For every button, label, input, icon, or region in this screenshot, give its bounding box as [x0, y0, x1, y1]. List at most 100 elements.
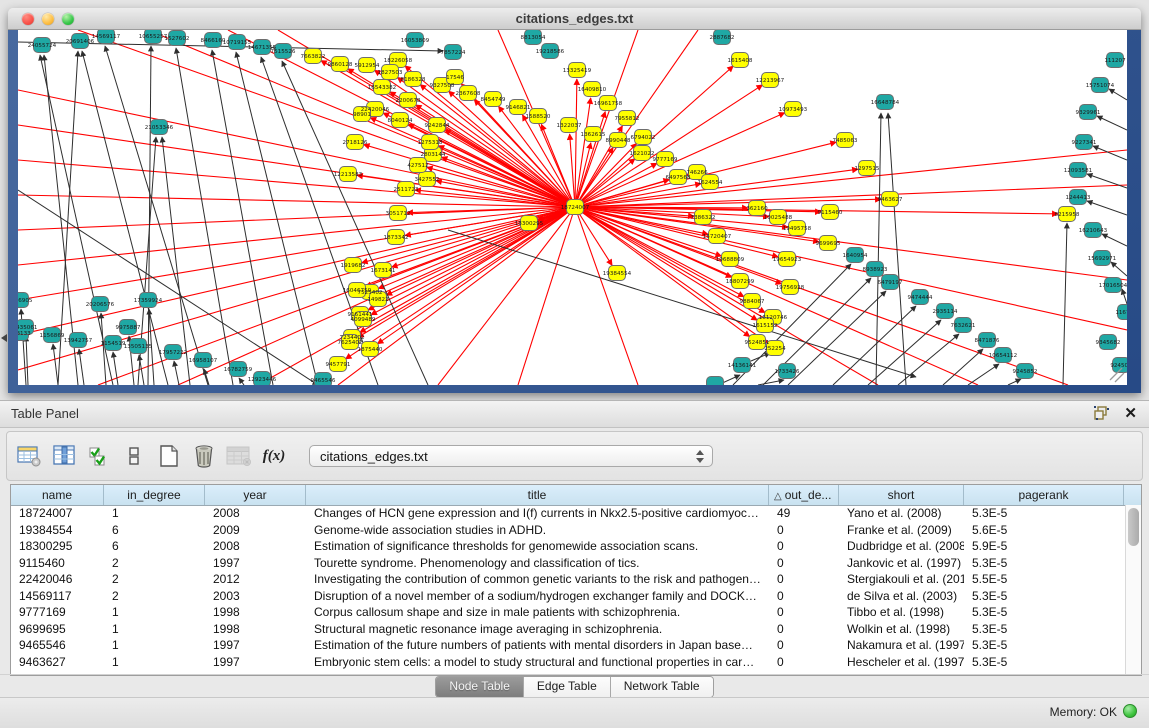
table-cell[interactable]: 14569117	[11, 588, 104, 605]
red-citation-edge[interactable]	[575, 79, 577, 207]
black-citation-edge[interactable]	[898, 334, 959, 385]
column-header-out_de[interactable]: △out_de...	[769, 485, 839, 505]
table-cell[interactable]: 5.3E-5	[964, 588, 1124, 605]
table-cell[interactable]: 19384554	[11, 522, 104, 539]
table-selector-dropdown[interactable]: citations_edges.txt	[309, 445, 713, 467]
column-settings-icon[interactable]	[51, 443, 77, 469]
new-table-icon[interactable]	[156, 443, 182, 469]
network-canvas[interactable]: 1872400776638229860128591295418226058182…	[18, 30, 1127, 385]
column-header-title[interactable]: title	[306, 485, 769, 505]
black-citation-edge[interactable]	[1122, 289, 1127, 304]
column-header-short[interactable]: short	[839, 485, 964, 505]
table-scrollbar[interactable]	[1125, 505, 1141, 675]
table-mode-icon[interactable]	[16, 443, 42, 469]
table-cell[interactable]: Embryonic stem cells: a model to study s…	[306, 654, 769, 671]
table-cell[interactable]: 5.5E-5	[964, 571, 1124, 588]
table-cell[interactable]: 2	[104, 555, 205, 572]
float-panel-icon[interactable]	[1094, 406, 1109, 421]
table-row[interactable]: 969969511998Structural magnetic resonanc…	[11, 621, 1126, 638]
table-cell[interactable]: 49	[769, 505, 839, 522]
table-cell[interactable]: 5.3E-5	[964, 637, 1124, 654]
table-cell[interactable]: 9463627	[11, 654, 104, 671]
red-citation-edge[interactable]	[346, 207, 575, 359]
black-citation-edge[interactable]	[79, 349, 84, 385]
row-height-icon[interactable]	[121, 443, 147, 469]
black-citation-edge[interactable]	[968, 364, 999, 385]
table-cell[interactable]: 5.3E-5	[964, 621, 1124, 638]
table-cell[interactable]: 2008	[205, 505, 306, 522]
table-cell[interactable]: 2	[104, 571, 205, 588]
memory-status-icon[interactable]	[1123, 704, 1137, 718]
table-cell[interactable]: 0	[769, 604, 839, 621]
table-cell[interactable]: 2	[104, 588, 205, 605]
red-citation-edge[interactable]	[378, 207, 575, 289]
table-cell[interactable]: Jankovic et al. (1997)	[839, 555, 964, 572]
import-table-icon[interactable]	[226, 443, 252, 469]
tab-node-table[interactable]: Node Table	[436, 677, 524, 697]
black-citation-edge[interactable]	[1109, 89, 1127, 100]
table-cell[interactable]: 22420046	[11, 571, 104, 588]
table-cell[interactable]: 5.3E-5	[964, 604, 1124, 621]
table-cell[interactable]: 0	[769, 555, 839, 572]
table-scrollbar-thumb[interactable]	[1128, 508, 1139, 546]
table-cell[interactable]: Genome-wide association studies in ADHD.	[306, 522, 769, 539]
table-cell[interactable]: 6	[104, 522, 205, 539]
table-cell[interactable]: 5.3E-5	[964, 654, 1124, 671]
table-row[interactable]: 946362711997Embryonic stem cells: a mode…	[11, 654, 1126, 671]
black-citation-edge[interactable]	[1063, 223, 1067, 385]
black-citation-edge[interactable]	[53, 344, 58, 385]
table-cell[interactable]: 0	[769, 637, 839, 654]
table-cell[interactable]: 1	[104, 637, 205, 654]
table-cell[interactable]: 1	[104, 621, 205, 638]
table-cell[interactable]: 2009	[205, 522, 306, 539]
table-cell[interactable]: 1997	[205, 555, 306, 572]
black-citation-edge[interactable]	[113, 352, 118, 385]
black-citation-edge[interactable]	[174, 361, 179, 385]
table-row[interactable]: 1456911722003Disruption of a novel membe…	[11, 588, 1126, 605]
table-cell[interactable]: de Silva et al. (2003)	[839, 588, 964, 605]
table-cell[interactable]: 5.3E-5	[964, 555, 1124, 572]
black-citation-edge[interactable]	[239, 378, 244, 385]
table-body[interactable]: 1872400712008Changes of HCN gene express…	[11, 505, 1126, 675]
black-citation-edge[interactable]	[943, 349, 983, 385]
table-cell[interactable]: 0	[769, 621, 839, 638]
table-cell[interactable]: Tibbo et al. (1998)	[839, 604, 964, 621]
table-cell[interactable]: 6	[104, 538, 205, 555]
black-citation-edge[interactable]	[105, 46, 208, 385]
table-cell[interactable]: 9777169	[11, 604, 104, 621]
tab-edge-table[interactable]: Edge Table	[524, 677, 611, 697]
red-citation-edge[interactable]	[386, 207, 575, 295]
table-cell[interactable]: 18300295	[11, 538, 104, 555]
black-citation-edge[interactable]	[868, 320, 941, 385]
table-row[interactable]: 911546021997Tourette syndrome. Phenomeno…	[11, 555, 1126, 572]
delete-table-icon[interactable]	[191, 443, 217, 469]
table-cell[interactable]: Yano et al. (2008)	[839, 505, 964, 522]
table-cell[interactable]: 9115460	[11, 555, 104, 572]
column-header-in_degree[interactable]: in_degree	[104, 485, 205, 505]
column-header-pagerank[interactable]: pagerank	[964, 485, 1124, 505]
table-cell[interactable]: 0	[769, 538, 839, 555]
table-cell[interactable]: Stergiakouli et al. (2012)	[839, 571, 964, 588]
table-cell[interactable]: 5.6E-5	[964, 522, 1124, 539]
black-citation-edge[interactable]	[1111, 262, 1127, 276]
table-cell[interactable]: Franke et al. (2009)	[839, 522, 964, 539]
table-cell[interactable]: 5.3E-5	[964, 505, 1124, 522]
table-cell[interactable]: Hescheler et al. (1997)	[839, 654, 964, 671]
table-row[interactable]: 1938455462009Genome-wide association stu…	[11, 522, 1126, 539]
function-builder-icon[interactable]: f(x)	[261, 443, 287, 469]
table-cell[interactable]: 9465546	[11, 637, 104, 654]
table-cell[interactable]: 2012	[205, 571, 306, 588]
table-cell[interactable]: 1997	[205, 654, 306, 671]
black-citation-edge[interactable]	[1097, 116, 1127, 130]
table-cell[interactable]: Estimation of significance thresholds fo…	[306, 538, 769, 555]
table-cell[interactable]: Corpus callosum shape and size in male p…	[306, 604, 769, 621]
table-cell[interactable]: 9699695	[11, 621, 104, 638]
select-columns-icon[interactable]	[86, 443, 112, 469]
table-cell[interactable]: Dudbridge et al. (2008)	[839, 538, 964, 555]
column-header-year[interactable]: year	[205, 485, 306, 505]
table-row[interactable]: 946554611997Estimation of the future num…	[11, 637, 1126, 654]
network-window-titlebar[interactable]: citations_edges.txt	[8, 8, 1141, 30]
table-cell[interactable]: 1998	[205, 604, 306, 621]
black-citation-edge[interactable]	[1087, 201, 1127, 215]
panel-collapse-arrow-icon[interactable]	[1, 334, 7, 342]
